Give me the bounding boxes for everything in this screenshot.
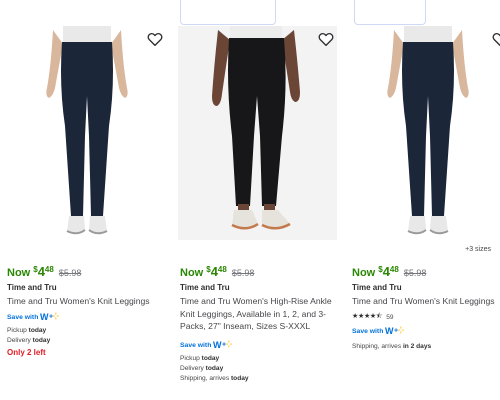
svg-text:+: + [49,314,53,321]
price-prefix: Now [352,267,376,279]
product-card-3[interactable]: +3 sizes Now $ 4 48 $5.98 Time and Tru T… [350,0,500,400]
price-cents: 48 [389,265,399,274]
product-brand: Time and Tru [180,283,230,292]
price-prefix: Now [7,267,31,279]
svg-text:W: W [213,340,222,349]
price-cents: 48 [217,265,227,274]
low-stock-badge: Only 2 left [7,348,46,357]
fulfillment-info: Pickup today Delivery today [7,326,50,346]
product-brand: Time and Tru [352,283,402,292]
leggings-photo-2 [178,26,337,240]
save-with-wplus[interactable]: Save with W + [352,326,405,337]
walmart-plus-logo-icon: W + [213,340,233,351]
svg-text:W: W [385,326,394,335]
pickup-line: Pickup today [180,355,220,362]
card-top-outline [354,0,426,25]
card-top-outline [180,0,276,25]
product-image-3[interactable] [352,26,498,240]
shipping-line: Shipping, arrives today [180,375,249,382]
leggings-photo-1 [7,26,163,240]
delivery-line: Delivery today [180,365,224,372]
fulfillment-info: Pickup today Delivery today Shipping, ar… [180,354,249,384]
price-cents: 48 [44,265,54,274]
shipping-line: Shipping, arrives in 2 days [352,343,432,350]
price-whole: 4 [210,264,218,279]
price-line: Now $ 4 48 $5.98 [7,264,81,280]
favorite-heart-icon[interactable] [491,30,500,48]
svg-text:W: W [40,312,49,321]
price-line: Now $ 4 48 $5.98 [180,264,254,280]
leggings-photo-3 [352,26,498,240]
save-with-label: Save with [352,328,384,335]
save-with-label: Save with [7,314,39,321]
product-image-2[interactable] [178,26,337,240]
rating-stars-icon: ★★★★⯪ [352,313,383,320]
product-title-link[interactable]: Time and Tru Women's Knit Leggings [352,295,495,308]
product-image-1[interactable] [7,26,163,240]
product-card-1[interactable]: Now $ 4 48 $5.98 Time and Tru Time and T… [5,0,165,400]
fulfillment-info: Shipping, arrives in 2 days [352,342,431,352]
pickup-line: Pickup today [7,327,47,334]
price-whole: 4 [382,264,390,279]
was-price: $5.98 [403,268,427,278]
product-title-link[interactable]: Time and Tru Women's High-Rise Ankle Kni… [180,295,338,333]
more-sizes-label[interactable]: +3 sizes [465,246,491,253]
favorite-heart-icon[interactable] [146,30,164,48]
product-title-link[interactable]: Time and Tru Women's Knit Leggings [7,295,150,308]
walmart-plus-logo-icon: W + [40,312,60,323]
price-line: Now $ 4 48 $5.98 [352,264,426,280]
price-whole: 4 [37,264,45,279]
save-with-wplus[interactable]: Save with W + [180,340,233,351]
save-with-wplus[interactable]: Save with W + [7,312,60,323]
walmart-plus-logo-icon: W + [385,326,405,337]
favorite-heart-icon[interactable] [317,30,335,48]
svg-text:+: + [394,328,398,335]
rating-count: 59 [386,314,394,321]
svg-text:+: + [222,342,226,349]
rating-row[interactable]: ★★★★⯪ 59 [352,312,393,323]
save-with-label: Save with [180,342,212,349]
product-brand: Time and Tru [7,283,57,292]
price-prefix: Now [180,267,204,279]
was-price: $5.98 [231,268,255,278]
product-card-2[interactable]: Now $ 4 48 $5.98 Time and Tru Time and T… [178,0,338,400]
was-price: $5.98 [58,268,82,278]
delivery-line: Delivery today [7,337,51,344]
